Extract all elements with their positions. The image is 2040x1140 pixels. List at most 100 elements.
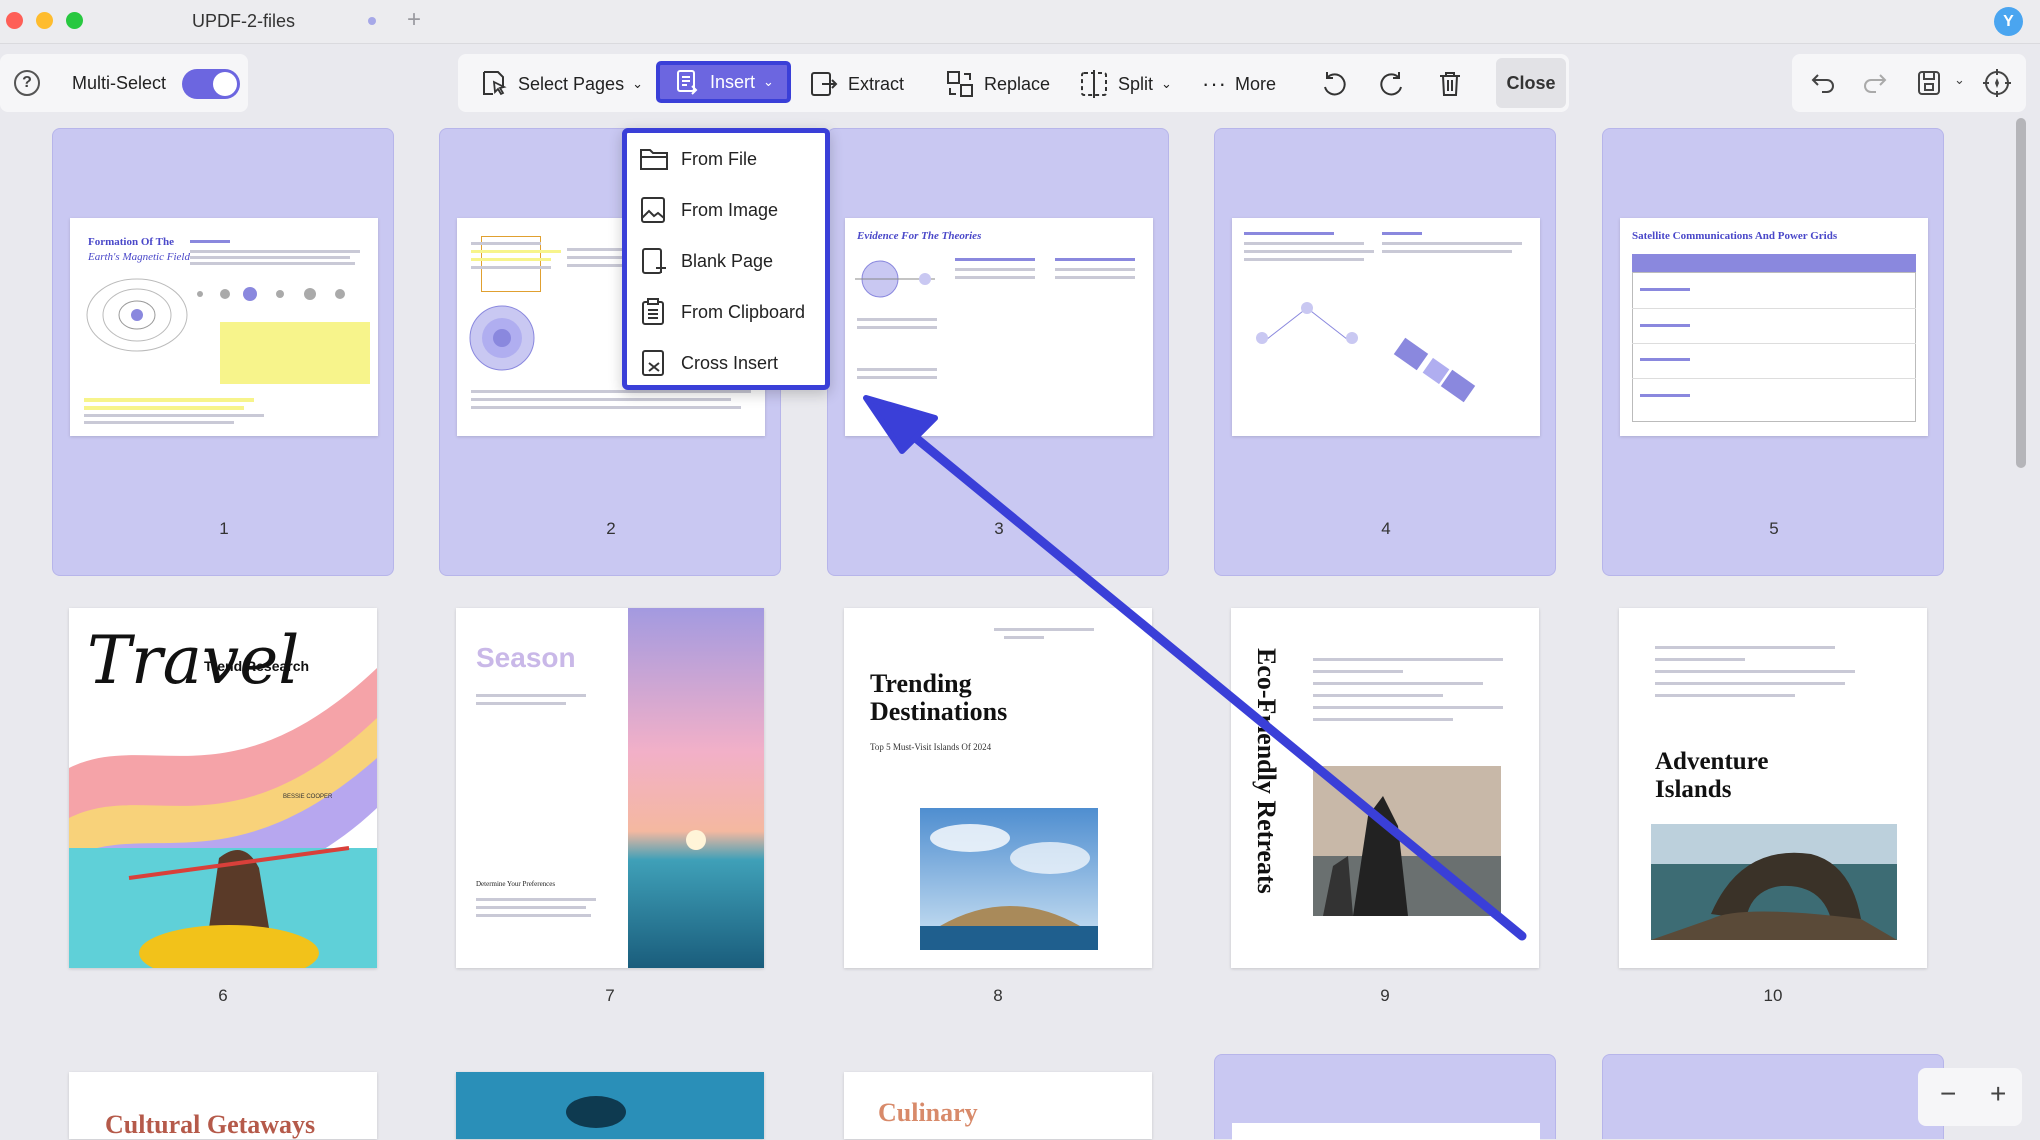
menu-item-blank-page[interactable]: Blank Page	[639, 241, 773, 281]
page-thumbnail: Evidence For The Theories	[845, 218, 1153, 436]
menu-item-label: Cross Insert	[681, 352, 779, 373]
page-card-4[interactable]: 4	[1214, 128, 1556, 576]
page-number: 1	[219, 519, 229, 538]
sea-stacks-photo	[1313, 766, 1501, 916]
page-author: BESSIE COOPER	[283, 794, 333, 800]
page-title: Satellite Communications And Power Grids	[1632, 230, 1838, 242]
chevron-down-icon: ⌄	[763, 74, 774, 89]
page-card-7[interactable]: Season Determine Your Preferences 7	[439, 608, 781, 1056]
menu-item-from-clipboard[interactable]: From Clipboard	[639, 292, 805, 332]
menu-item-from-image[interactable]: From Image	[639, 190, 778, 230]
select-pages-label: Select Pages	[518, 73, 625, 94]
page-card-9[interactable]: Eco-Friendly Retreats 9	[1214, 608, 1556, 1056]
page-number: 4	[1381, 519, 1391, 538]
page-subtitle: Top 5 Must-Visit Islands Of 2024	[870, 742, 992, 752]
chevron-down-icon: ⌄	[1161, 76, 1172, 91]
menu-item-cross-insert[interactable]: Cross Insert	[639, 343, 778, 383]
insert-button[interactable]: Insert ⌄	[656, 61, 791, 103]
rotate-left-icon	[1324, 72, 1346, 96]
insert-label: Insert	[710, 71, 756, 92]
page-card-15[interactable]	[1602, 1054, 1944, 1139]
page-title: Formation Of The	[88, 236, 174, 248]
page-card-11[interactable]: Cultural Getaways	[52, 1072, 394, 1139]
page-thumbnail	[1232, 218, 1540, 436]
ai-assistant-icon[interactable]	[1980, 66, 2014, 100]
page-subhead: Determine Your Preferences	[476, 880, 556, 888]
document-tab-title[interactable]: UPDF-2-files	[192, 11, 295, 32]
menu-item-label: From File	[681, 148, 757, 169]
page-thumbnail-grid: Formation Of The Earth's Magnetic Field …	[0, 124, 2010, 1140]
page-number: 7	[605, 986, 615, 1005]
page-number: 10	[1763, 986, 1783, 1005]
zoom-in-button[interactable]: +	[1990, 1078, 2006, 1110]
menu-item-label: From Clipboard	[681, 301, 806, 322]
delete-button[interactable]	[1434, 64, 1466, 104]
island-photo	[920, 808, 1098, 950]
page-card-5[interactable]: Satellite Communications And Power Grids…	[1602, 128, 1944, 576]
page-number: 2	[606, 519, 616, 538]
more-button[interactable]: ··· More	[1202, 64, 1276, 104]
save-icon[interactable]	[1914, 68, 1944, 98]
page-card-10[interactable]: Adventure Islands 10	[1602, 608, 1944, 1056]
page-card-1[interactable]: Formation Of The Earth's Magnetic Field …	[52, 128, 394, 576]
menu-item-label: Blank Page	[681, 250, 774, 271]
split-label: Split	[1118, 73, 1154, 94]
extract-button[interactable]: Extract	[808, 64, 904, 104]
zoom-controls: − +	[1918, 1068, 2022, 1126]
minimize-window-button[interactable]	[36, 12, 53, 29]
page-thumbnail: Culinary	[844, 1072, 1152, 1139]
page-number: 9	[1380, 986, 1390, 1005]
page-organizer-toolbar: ? Multi-Select Select Pages ⌄ Extract Re…	[0, 44, 2040, 124]
replace-button[interactable]: Replace	[944, 64, 1050, 104]
page-card-3[interactable]: Evidence For The Theories 3	[827, 128, 1169, 576]
page-card-8[interactable]: Trending Destinations Top 5 Must-Visit I…	[827, 608, 1169, 1056]
page-subtitle: Trend Research	[204, 658, 310, 674]
page-card-13[interactable]: Culinary	[827, 1072, 1169, 1139]
toolbar-right-group: ⌄	[1792, 54, 2026, 112]
close-button[interactable]: Close	[1496, 58, 1566, 108]
rotate-right-button[interactable]	[1376, 64, 1408, 104]
page-number: 3	[994, 519, 1004, 538]
page-thumbnail: Eco-Friendly Retreats	[1231, 608, 1539, 968]
new-tab-button[interactable]: +	[407, 6, 421, 34]
extract-label: Extract	[848, 73, 905, 94]
page-thumbnail: Season Determine Your Preferences	[456, 608, 764, 968]
avatar[interactable]: Y	[1994, 7, 2023, 36]
chevron-down-icon[interactable]: ⌄	[1954, 72, 1965, 88]
help-icon[interactable]: ?	[14, 70, 40, 96]
chevron-down-icon: ⌄	[632, 76, 643, 91]
split-button[interactable]: Split ⌄	[1078, 64, 1172, 104]
page-thumbnail	[1232, 1123, 1540, 1140]
page-title: Season	[476, 642, 576, 673]
page-title: Evidence For The Theories	[857, 230, 982, 242]
zoom-out-button[interactable]: −	[1940, 1078, 1956, 1110]
undo-icon[interactable]	[1810, 69, 1838, 97]
page-title: Cultural Getaways	[105, 1110, 316, 1139]
page-card-12[interactable]	[439, 1072, 781, 1139]
multi-select-toggle[interactable]	[182, 69, 240, 99]
page-card-14[interactable]	[1214, 1054, 1556, 1140]
close-window-button[interactable]	[6, 12, 23, 29]
toggle-knob	[213, 72, 237, 96]
select-pages-icon	[483, 71, 507, 96]
page-thumbnail	[456, 1072, 764, 1139]
folder-icon	[640, 149, 668, 170]
page-thumbnail: Satellite Communications And Power Grids	[1620, 218, 1928, 436]
redo-icon[interactable]	[1860, 69, 1888, 97]
blank-page-icon	[642, 248, 666, 274]
page-thumbnail: Travel Trend Research BESSIE COOPER	[69, 608, 377, 968]
cross-insert-icon	[642, 350, 664, 376]
page-number: 5	[1769, 519, 1779, 538]
zoom-window-button[interactable]	[66, 12, 83, 29]
page-thumbnail: Formation Of The Earth's Magnetic Field	[70, 218, 378, 436]
menu-item-from-file[interactable]: From File	[639, 139, 757, 179]
earth-layers-diagram	[469, 305, 535, 371]
page-card-6[interactable]: Travel Trend Research BESSIE COOPER 6	[52, 608, 394, 1056]
page-title: Trending Destinations	[870, 669, 1008, 726]
rotate-left-button[interactable]	[1318, 64, 1350, 104]
vertical-scrollbar[interactable]	[2016, 118, 2026, 468]
multi-select-label: Multi-Select	[72, 73, 167, 93]
more-dots-icon: ···	[1202, 71, 1227, 96]
insert-page-icon	[677, 70, 698, 95]
select-pages-button[interactable]: Select Pages ⌄	[478, 64, 643, 104]
